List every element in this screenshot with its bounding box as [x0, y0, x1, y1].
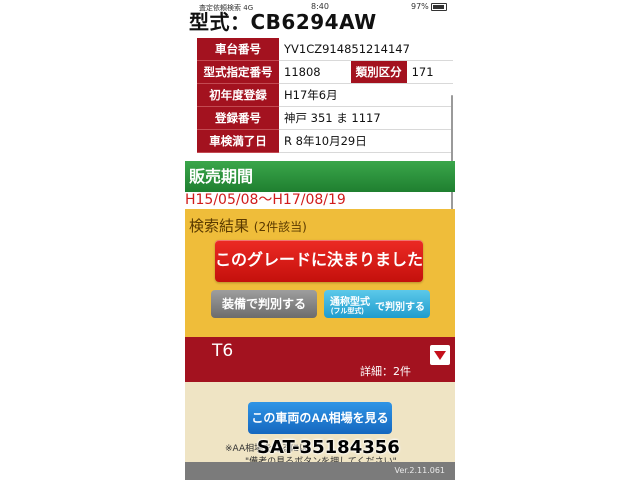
triangle-down-icon — [434, 351, 446, 360]
decide-grade-button[interactable]: このグレードに決まりました — [215, 240, 423, 282]
table-row: 型式指定番号 11808 類別区分 171 — [197, 60, 453, 84]
identify-label: で判別する — [375, 302, 425, 313]
phone-screen: 査定依頼検索 4G 8:40 97% 型式：CB6294AW 車台番号 YV1C… — [185, 0, 455, 480]
battery-percent: 97% — [411, 2, 429, 11]
chassis-label: 車台番号 — [197, 38, 279, 61]
footer-bar: Ver.2.11.061 — [185, 462, 455, 480]
first-registration-value: H17年6月 — [279, 83, 453, 107]
expand-button[interactable] — [430, 345, 450, 365]
sales-period-header: 販売期間 — [185, 161, 455, 192]
registration-number-value: 神戸 351 ま 1117 — [279, 106, 453, 130]
app-version: Ver.2.11.061 — [394, 466, 446, 475]
sales-period-value: H15/05/08〜H17/08/19 — [185, 192, 346, 208]
page-title: 型式：CB6294AW — [189, 10, 377, 34]
grade-name: T6 — [212, 341, 234, 361]
vehicle-info-table: 車台番号 YV1CZ914851214147 型式指定番号 11808 類別区分… — [197, 38, 453, 153]
sat-id-overlay: SAT-35184356 — [257, 437, 400, 458]
grade-row[interactable]: T6 詳細：2件 — [185, 337, 455, 382]
category-value: 171 — [406, 60, 453, 84]
full-model-label: (フル型式) — [331, 308, 364, 315]
model-designation-label: 型式指定番号 — [197, 60, 279, 84]
search-results-panel: 検索結果 (2件該当) このグレードに決まりました 装備で判別する 通称型式 (… — [185, 209, 455, 337]
table-row: 車検満了日 R 8年10月29日 — [197, 129, 453, 153]
table-row: 登録番号 神戸 351 ま 1117 — [197, 106, 453, 130]
view-aa-price-button[interactable]: この車両のAA相場を見る — [248, 402, 392, 434]
search-results-title: 検索結果 (2件該当) — [189, 217, 307, 235]
first-registration-label: 初年度登録 — [197, 83, 279, 107]
common-model-identify-button[interactable]: 通称型式 (フル型式) で判別する — [324, 290, 430, 318]
registration-number-label: 登録番号 — [197, 106, 279, 130]
inspection-expiry-value: R 8年10月29日 — [279, 129, 453, 153]
battery-icon — [431, 3, 447, 11]
inspection-expiry-label: 車検満了日 — [197, 129, 279, 153]
aa-price-panel: この車両のAA相場を見る ※AA相場を見るには "備考の見るボタンを押してくださ… — [185, 382, 455, 467]
chassis-value: YV1CZ914851214147 — [279, 38, 453, 61]
equipment-identify-button[interactable]: 装備で判別する — [211, 290, 317, 318]
model-designation-value: 11808 — [279, 60, 351, 84]
category-label: 類別区分 — [350, 60, 407, 84]
table-row: 初年度登録 H17年6月 — [197, 83, 453, 107]
result-count: (2件該当) — [253, 220, 307, 234]
grade-detail-count: 詳細：2件 — [360, 365, 411, 378]
table-row: 車台番号 YV1CZ914851214147 — [197, 38, 453, 61]
